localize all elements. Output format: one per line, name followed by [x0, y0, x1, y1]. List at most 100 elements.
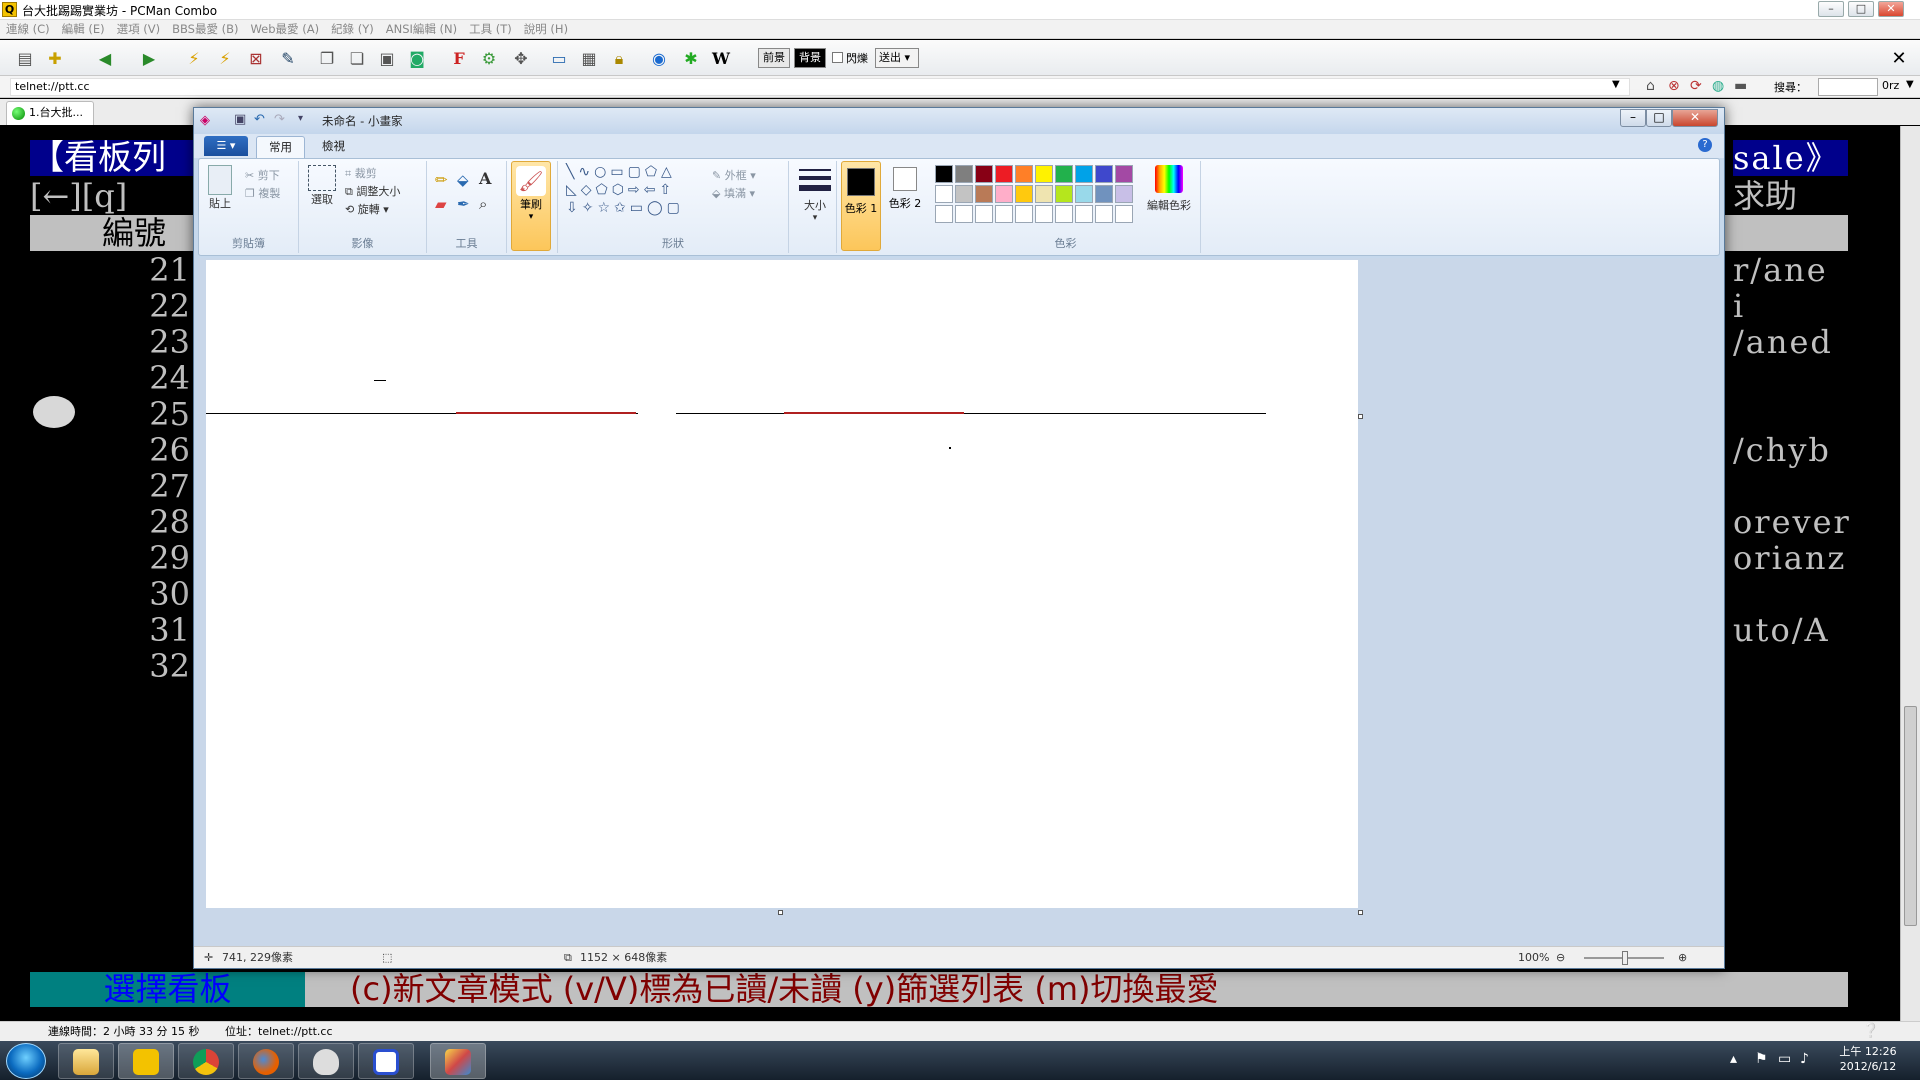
eraser-icon[interactable]: ▰ — [435, 195, 447, 213]
back-arrow-icon[interactable]: ◀ — [94, 48, 116, 70]
palette-swatch[interactable] — [1015, 185, 1033, 203]
search-engine-dropdown-icon[interactable]: ▼ — [1906, 79, 1914, 90]
palette-swatch[interactable] — [1095, 185, 1113, 203]
custom-color-slot[interactable] — [1075, 205, 1093, 223]
palette-swatch[interactable] — [955, 185, 973, 203]
zoom-out-icon[interactable]: ⊖ — [1556, 947, 1565, 968]
copy-icon[interactable]: ❐ — [316, 48, 338, 70]
magnifier-icon[interactable]: ⌕ — [479, 195, 487, 213]
canvas-resize-handle-bottom[interactable] — [778, 910, 783, 915]
tab-home[interactable]: 常用 — [256, 136, 305, 158]
paint-taskbar-button[interactable] — [430, 1043, 486, 1079]
paint-minimize-button[interactable]: – — [1620, 109, 1646, 127]
cut-button[interactable]: ✂ 剪下 — [245, 167, 280, 183]
palette-swatch[interactable] — [1035, 185, 1053, 203]
search-input[interactable] — [1818, 78, 1878, 96]
disconnect-icon[interactable]: ⊠ — [245, 48, 267, 70]
palette-swatch[interactable] — [1075, 185, 1093, 203]
palette-swatch[interactable] — [995, 165, 1013, 183]
copy-button[interactable]: ❐ 複製 — [245, 185, 280, 201]
search-engine-select[interactable]: 0rz — [1882, 79, 1899, 92]
resize-button[interactable]: ⧉ 調整大小 — [345, 183, 400, 199]
wiki-icon[interactable]: W — [710, 48, 732, 70]
network-icon[interactable]: ▭ — [1778, 1051, 1791, 1067]
background-color-button[interactable]: 背景 — [794, 48, 826, 68]
plugin-icon[interactable]: ✱ — [680, 48, 702, 70]
palette-swatch[interactable] — [955, 165, 973, 183]
size-button[interactable]: 大小 ▾ — [797, 167, 833, 223]
site-list-icon[interactable]: ▤ — [14, 48, 36, 70]
palette-swatch[interactable] — [935, 165, 953, 183]
refresh-icon[interactable]: ⟳ — [1690, 78, 1702, 94]
custom-color-slot[interactable] — [935, 205, 953, 223]
settings-gear-icon[interactable]: ⚙ — [478, 48, 500, 70]
zoom-in-icon[interactable]: ⊕ — [1678, 947, 1687, 968]
custom-color-slot[interactable] — [1015, 205, 1033, 223]
color1-button[interactable]: 色彩 1 — [841, 161, 881, 251]
undo-icon[interactable]: ↶ — [254, 112, 265, 127]
menu-web-favorites[interactable]: Web最愛 (A) — [244, 20, 325, 39]
menu-ansi-edit[interactable]: ANSI編輯 (N) — [380, 20, 463, 39]
blink-checkbox[interactable] — [832, 52, 843, 63]
minimize-button[interactable]: – — [1818, 1, 1844, 17]
monitor-icon[interactable]: ▭ — [548, 48, 570, 70]
fill-bucket-icon[interactable]: ⬙ — [457, 171, 469, 189]
custom-color-slot[interactable] — [1055, 205, 1073, 223]
preview-icon[interactable]: ◙ — [406, 48, 428, 70]
color-picker-icon[interactable]: ✒ — [457, 195, 470, 213]
custom-color-slot[interactable] — [1115, 205, 1133, 223]
firefox-taskbar-button[interactable] — [238, 1043, 294, 1079]
canvas-resize-handle-right[interactable] — [1358, 414, 1363, 419]
custom-color-slot[interactable] — [975, 205, 993, 223]
zoom-slider-thumb[interactable] — [1622, 951, 1628, 965]
palette-swatch[interactable] — [1035, 165, 1053, 183]
palette-swatch[interactable] — [1095, 165, 1113, 183]
menu-log[interactable]: 紀錄 (Y) — [325, 20, 380, 39]
paste-icon[interactable]: ❏ — [346, 48, 368, 70]
lock-icon[interactable]: 🔒︎ — [608, 48, 630, 70]
rotate-button[interactable]: ⟲ 旋轉 ▾ — [345, 201, 389, 217]
menu-bbs-favorites[interactable]: BBS最愛 (B) — [166, 20, 244, 39]
terminal-scrollbar[interactable] — [1900, 126, 1920, 1021]
font-icon[interactable]: F — [448, 48, 470, 70]
send-button[interactable]: 送出 ▾ — [875, 48, 919, 68]
forward-arrow-icon[interactable]: ▶ — [138, 48, 160, 70]
save-icon[interactable]: ▣ — [234, 112, 246, 127]
palette-swatch[interactable] — [1055, 185, 1073, 203]
palette-swatch[interactable] — [995, 185, 1013, 203]
app-taskbar-button[interactable] — [298, 1043, 354, 1079]
custom-color-slot[interactable] — [955, 205, 973, 223]
palette-swatch[interactable] — [1115, 185, 1133, 203]
custom-color-slot[interactable] — [995, 205, 1013, 223]
text-tool-icon[interactable]: A — [479, 169, 491, 188]
menu-edit[interactable]: 編輯 (E) — [56, 20, 111, 39]
start-button[interactable] — [6, 1043, 46, 1079]
menu-tools[interactable]: 工具 (T) — [463, 20, 518, 39]
fullscreen-icon[interactable]: ✥ — [510, 48, 532, 70]
stop-icon[interactable]: ⊗ — [1668, 78, 1680, 94]
ansi-code-icon[interactable]: ▦ — [578, 48, 600, 70]
pin-icon[interactable]: ✎ — [277, 48, 299, 70]
redo-icon[interactable]: ↷ — [274, 112, 285, 127]
tray-arrow-icon[interactable]: ▴ — [1730, 1051, 1737, 1067]
home-icon[interactable]: ⌂ — [1646, 78, 1655, 94]
tab-ptt[interactable]: 1.台大批... — [6, 101, 94, 125]
palette-swatch[interactable] — [1115, 165, 1133, 183]
color2-button[interactable]: 色彩 2 — [885, 161, 925, 251]
crop-button[interactable]: ⌗ 裁剪 — [345, 165, 377, 181]
zoom-slider[interactable] — [1584, 951, 1664, 965]
scrollbar-thumb[interactable] — [1904, 706, 1917, 926]
paint-close-button[interactable]: ✕ — [1672, 109, 1718, 127]
d-app-taskbar-button[interactable] — [358, 1043, 414, 1079]
search-web-icon[interactable]: ◉ — [648, 48, 670, 70]
paint-help-icon[interactable]: ? — [1698, 138, 1712, 152]
maximize-button[interactable]: □ — [1848, 1, 1874, 17]
menu-options[interactable]: 選項 (V) — [111, 20, 167, 39]
paint-menu-button[interactable]: ☰ ▾ — [204, 136, 248, 156]
address-input[interactable]: telnet://ptt.cc — [10, 78, 1630, 96]
menu-help[interactable]: 說明 (H) — [518, 20, 574, 39]
flag-icon[interactable]: ⚑ — [1755, 1051, 1768, 1067]
quick-access-dropdown-icon[interactable]: ▾ — [298, 113, 303, 124]
keyboard-icon[interactable]: ▬ — [1734, 78, 1747, 94]
drawing-canvas[interactable] — [206, 260, 1358, 908]
